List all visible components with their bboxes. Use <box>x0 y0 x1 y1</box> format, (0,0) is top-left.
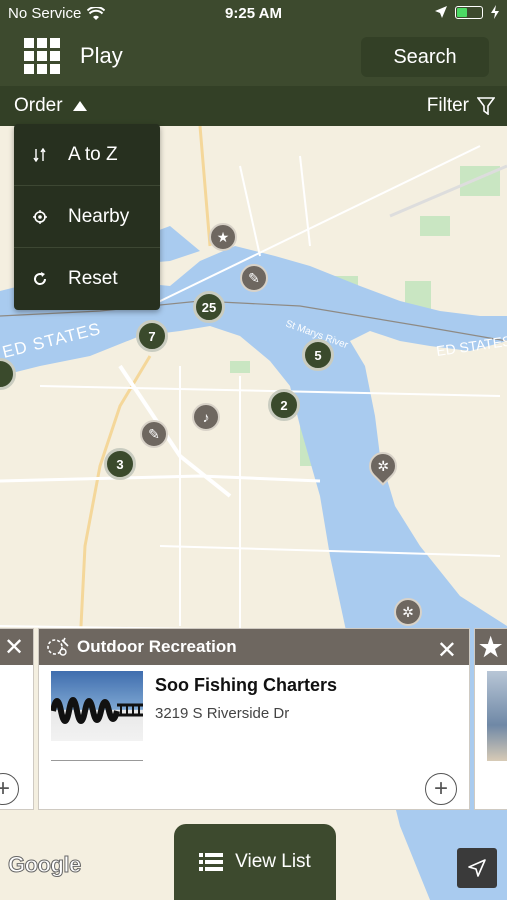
filter-label: Filter <box>426 95 469 116</box>
list-icon <box>199 853 224 871</box>
star-marker-icon[interactable]: ★ <box>209 223 237 251</box>
thumbnail-divider <box>51 760 143 761</box>
arts-marker-icon[interactable]: ✎ <box>240 264 268 292</box>
card-thumbnail <box>51 671 143 741</box>
cluster-marker[interactable]: 5 <box>302 339 334 371</box>
page-title: Play <box>80 43 123 68</box>
order-option-label: Reset <box>68 268 118 289</box>
music-marker-icon[interactable]: ♪ <box>192 403 220 431</box>
view-list-button[interactable]: View List <box>174 824 336 900</box>
sort-icon <box>32 147 48 162</box>
my-location-button[interactable] <box>457 848 497 888</box>
filter-icon <box>477 97 495 115</box>
order-option-label: A to Z <box>68 143 118 165</box>
card-thumbnail <box>487 671 507 761</box>
order-button[interactable]: Order <box>14 95 87 117</box>
battery-icon <box>455 5 483 19</box>
order-filter-bar: Order Filter <box>0 86 507 126</box>
status-bar: No Service 9:25 AM <box>0 0 507 28</box>
card-category-bar: ★ <box>475 629 507 665</box>
order-option-nearby[interactable]: Nearby <box>14 186 160 248</box>
filter-button[interactable]: Filter <box>427 95 495 117</box>
order-menu: A to Z Nearby Reset <box>14 124 160 310</box>
cluster-marker[interactable]: 7 <box>136 320 168 352</box>
crosshair-icon <box>32 209 48 224</box>
close-icon[interactable]: ✕ <box>437 636 457 665</box>
result-card-carousel[interactable]: ✕ + Outdoor Recreation ✕ Soo Fishing Cha… <box>0 628 507 810</box>
app-header: Play Search <box>0 28 507 86</box>
cluster-marker[interactable]: 2 <box>268 389 300 421</box>
card-category-bar: Outdoor Recreation ✕ <box>39 629 469 665</box>
close-icon[interactable]: ✕ <box>4 633 24 662</box>
navigation-arrow-icon <box>468 859 486 877</box>
outdoor-recreation-icon <box>47 637 69 656</box>
order-option-label: Nearby <box>68 205 130 227</box>
order-option-reset[interactable]: Reset <box>14 248 160 310</box>
star-icon: ★ <box>479 631 503 662</box>
view-list-label: View List <box>235 851 311 872</box>
status-right-group <box>435 5 499 19</box>
cluster-marker[interactable]: 25 <box>193 291 225 323</box>
card-title[interactable]: Soo Fishing Charters <box>155 675 337 696</box>
search-button[interactable]: Search <box>361 37 489 77</box>
grid-menu-icon[interactable] <box>24 38 60 74</box>
add-icon[interactable]: + <box>425 773 457 805</box>
add-icon[interactable]: + <box>0 773 19 805</box>
result-card-next[interactable]: ★ <box>474 628 507 810</box>
arts-marker-icon-2[interactable]: ✎ <box>140 420 168 448</box>
outdoor-marker-icon[interactable]: ✲ <box>394 598 422 626</box>
charging-icon <box>491 5 499 19</box>
result-card[interactable]: Outdoor Recreation ✕ Soo Fishing Charter… <box>38 628 470 810</box>
status-time: 9:25 AM <box>225 5 282 22</box>
cluster-marker[interactable]: 3 <box>104 448 136 480</box>
card-category-bar: ✕ <box>0 629 33 665</box>
result-card-previous[interactable]: ✕ + <box>0 628 34 810</box>
caret-up-icon <box>72 101 87 111</box>
card-address: 3219 S Riverside Dr <box>155 705 290 722</box>
google-attribution: Google <box>8 852 82 878</box>
order-option-a-to-z[interactable]: A to Z <box>14 124 160 186</box>
location-arrow-icon <box>435 6 447 18</box>
order-label: Order <box>14 95 63 116</box>
card-category-label: Outdoor Recreation <box>77 637 237 656</box>
reset-icon <box>32 272 48 286</box>
